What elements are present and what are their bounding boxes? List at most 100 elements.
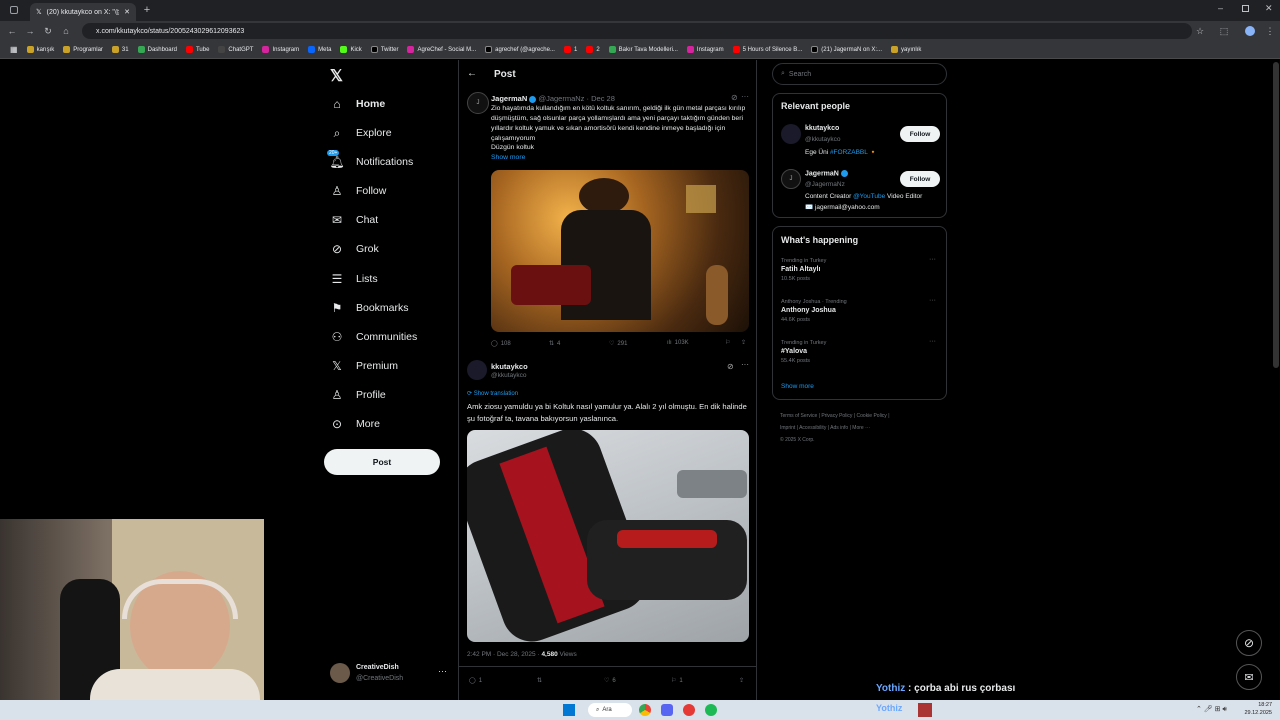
browser-tab-active[interactable]: 𝕏 (20) kkutaykco on X: "@Jagerm ✕ [30, 3, 136, 21]
bookmark-item[interactable]: Instagram [686, 46, 724, 53]
clock[interactable]: 18:27 29.12.2025 [1240, 701, 1272, 717]
bookmark-item[interactable]: AgreChef - Social M... [407, 46, 476, 53]
x-logo-icon[interactable]: 𝕏 [330, 66, 343, 86]
more-dots-icon[interactable]: ··· [929, 256, 936, 263]
reply-count[interactable]: ◯ 1 [469, 677, 482, 685]
bookmark-star-icon[interactable]: ☆ [1194, 25, 1206, 37]
minimize-icon[interactable]: – [1218, 3, 1223, 13]
trend-item[interactable]: Trending in Turkey Fatih Altaylı 10.5K p… [781, 256, 941, 292]
footer-link[interactable]: More ··· [852, 425, 870, 431]
repost-count[interactable]: ⇅ 4 [549, 340, 560, 348]
start-icon[interactable] [563, 704, 575, 716]
bookmark-item[interactable]: Kick [340, 46, 362, 53]
nav-communities[interactable]: ⚇ Communities [330, 325, 418, 349]
share-icon[interactable]: ⇪ [741, 339, 746, 346]
extensions-icon[interactable]: ⬚ [1218, 25, 1230, 37]
bookmark-count[interactable]: ⚐ 1 [671, 677, 683, 685]
bookmark-item[interactable]: karışık [26, 46, 54, 53]
account-switcher[interactable]: CreativeDish @CreativeDish ··· [330, 662, 450, 686]
more-dots-icon[interactable]: ··· [929, 297, 936, 304]
author-name[interactable]: JagermaN [491, 94, 527, 103]
bookmark-item[interactable]: Programlar [63, 46, 103, 53]
bookmark-item[interactable]: yayınlık [891, 46, 921, 53]
bookmark-item[interactable]: (21) JagermaN on X:... [811, 46, 882, 53]
bookmark-item[interactable]: 2 [586, 46, 600, 53]
grok-icon[interactable]: ⊘ [727, 362, 734, 371]
more-dots-icon[interactable]: ··· [741, 92, 749, 101]
footer-link[interactable]: Privacy Policy [821, 413, 852, 419]
nav-chat[interactable]: ✉ Chat [330, 208, 378, 232]
post-button[interactable]: Post [324, 449, 440, 475]
reply-count[interactable]: ◯ 108 [491, 340, 511, 348]
nav-home[interactable]: ⌂ Home [330, 92, 385, 116]
nav-notifications[interactable]: 🔔︎ 20+ Notifications [327, 150, 413, 174]
bookmark-item[interactable]: ChatGPT [218, 46, 253, 53]
spotify-icon[interactable] [705, 704, 717, 716]
footer-link[interactable]: Ads info [830, 425, 848, 431]
tray-icons[interactable]: ⌃ 🎤︎ ⊞ 🔊︎ [1196, 705, 1227, 714]
avatar[interactable]: J [781, 169, 801, 189]
nav-premium[interactable]: 𝕏 Premium [330, 354, 398, 378]
footer-link[interactable]: Cookie Policy [857, 413, 887, 419]
bookmark-item[interactable]: Bakır Tava Modelleri... [608, 46, 678, 53]
author-handle[interactable]: @kkutaykco [491, 372, 527, 379]
nav-lists[interactable]: ☰ Lists [330, 267, 378, 291]
discord-icon[interactable] [661, 704, 673, 716]
bookmark-icon[interactable]: ⚐ [725, 339, 730, 346]
share-icon[interactable]: ⇪ [739, 677, 744, 684]
forward-icon[interactable]: → [24, 25, 36, 37]
avatar[interactable] [467, 360, 487, 380]
scrollbar-thumb[interactable] [1273, 62, 1279, 368]
back-arrow-icon[interactable]: ← [467, 68, 477, 79]
maximize-icon[interactable] [1242, 5, 1249, 12]
author-name[interactable]: kkutaykco [491, 362, 528, 371]
taskbar-search[interactable]: ⌕ Ara [588, 703, 632, 717]
bookmark-item[interactable]: Twitter [370, 46, 398, 53]
follow-button[interactable]: Follow [900, 171, 940, 187]
follow-button[interactable]: Follow [900, 126, 940, 142]
nav-explore[interactable]: ⌕ Explore [330, 121, 392, 145]
tab-search-icon[interactable] [10, 6, 18, 14]
profile-avatar-icon[interactable] [1245, 26, 1255, 36]
nav-follow[interactable]: ♙ Follow [330, 179, 387, 203]
messages-float-button[interactable]: ✉ [1236, 664, 1262, 690]
home-browser-icon[interactable]: ⌂ [60, 25, 72, 37]
bookmark-item[interactable]: Instagram [262, 46, 299, 53]
chrome-icon[interactable] [639, 704, 651, 716]
show-more-link[interactable]: Show more [491, 154, 525, 161]
nav-more[interactable]: ⊙ More [330, 412, 380, 436]
trend-item[interactable]: Anthony Joshua · Trending Anthony Joshua… [781, 297, 941, 333]
avatar[interactable]: J [467, 92, 489, 114]
more-dots-icon[interactable]: ··· [741, 360, 749, 369]
show-translation-link[interactable]: ⟳ Show translation [467, 390, 518, 397]
person-name[interactable]: kkutaykco [805, 125, 839, 132]
tab-close-icon[interactable]: ✕ [124, 8, 130, 16]
footer-link[interactable]: Terms of Service [780, 413, 817, 419]
nav-bookmarks[interactable]: ⚑ Bookmarks [330, 296, 409, 320]
apps-icon[interactable]: ▦ [10, 45, 18, 54]
grok-icon[interactable]: ⊘ [731, 93, 738, 102]
footer-link[interactable]: Imprint [780, 425, 795, 431]
menu-dots-icon[interactable]: ⋮ [1264, 25, 1276, 37]
more-dots-icon[interactable]: ··· [929, 338, 936, 345]
trend-item[interactable]: Trending in Turkey #Yalova 55.4K posts ·… [781, 338, 941, 374]
app-icon[interactable] [683, 704, 695, 716]
bookmark-item[interactable]: Tube [185, 46, 209, 53]
bookmark-item[interactable]: agrechef (@agreche... [485, 46, 555, 53]
close-window-icon[interactable]: ✕ [1265, 3, 1273, 14]
bookmark-item[interactable]: 1 [563, 46, 577, 53]
new-tab-icon[interactable]: + [141, 4, 153, 16]
nav-grok[interactable]: ⊘ Grok [330, 237, 379, 261]
view-count[interactable]: ılı 103K [667, 340, 689, 346]
grok-float-button[interactable]: ⊘ [1236, 630, 1262, 656]
bookmark-item[interactable]: Dashboard [137, 46, 177, 53]
url-field[interactable]: x.com/kkutaykco/status/20052430296120936… [82, 23, 1192, 39]
show-more-link[interactable]: Show more [781, 383, 814, 390]
bookmark-item[interactable]: Meta [308, 46, 331, 53]
nav-profile[interactable]: ♙ Profile [330, 383, 386, 407]
person-name[interactable]: JagermaN [805, 170, 848, 177]
bookmark-item[interactable]: 31 [111, 46, 129, 53]
quoted-post-image[interactable] [491, 170, 749, 332]
like-count[interactable]: ♡ 6 [604, 677, 616, 685]
reload-icon[interactable]: ↻ [42, 25, 54, 37]
